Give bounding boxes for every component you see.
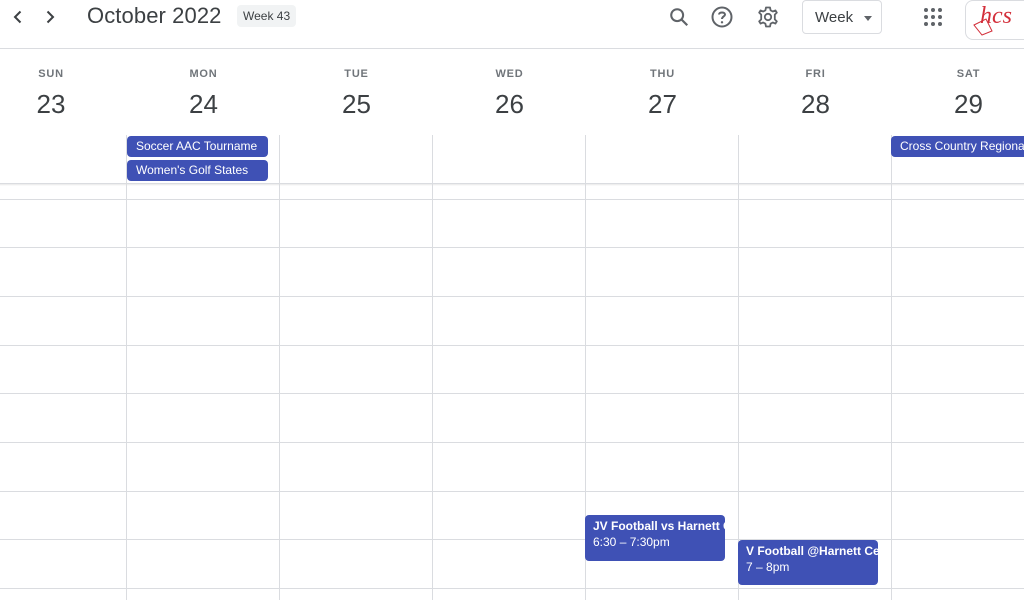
gear-icon	[758, 6, 778, 28]
prev-week-button[interactable]	[4, 3, 32, 31]
search-button[interactable]	[664, 2, 694, 32]
view-switcher-dropdown[interactable]: Week	[802, 0, 882, 34]
timed-event-jv-football[interactable]: JV Football vs Harnett C 6:30 – 7:30pm	[585, 515, 725, 561]
day-of-week-label: FRI	[805, 68, 826, 80]
page-title: October 2022	[87, 3, 222, 28]
all-day-event-cross-country[interactable]: Cross Country Regiona	[891, 136, 1024, 157]
hour-line	[0, 199, 1024, 200]
event-title: JV Football vs Harnett C	[593, 519, 725, 533]
day-number[interactable]: 25	[280, 89, 433, 120]
day-header-tue[interactable]: TUE 25	[280, 49, 433, 135]
day-number[interactable]: 23	[0, 89, 102, 120]
all-day-event-soccer[interactable]: Soccer AAC Tourname	[127, 136, 268, 157]
day-header-fri[interactable]: FRI 28	[739, 49, 892, 135]
hour-line	[0, 588, 1024, 589]
column-divider	[738, 135, 739, 600]
help-button[interactable]	[707, 2, 737, 32]
column-divider	[279, 135, 280, 600]
column-divider	[126, 135, 127, 600]
help-icon	[711, 6, 733, 28]
day-of-week-label: SUN	[38, 68, 64, 80]
calendar-header: October 2022 Week 43 Week hcs	[0, 0, 1024, 49]
event-title: Soccer AAC Tourname	[136, 139, 258, 153]
day-header-sat[interactable]: SAT 29	[892, 49, 1024, 135]
event-time: 7 – 8pm	[746, 560, 790, 574]
hour-line	[0, 393, 1024, 394]
all-day-divider	[0, 184, 1024, 186]
event-time: 6:30 – 7:30pm	[593, 535, 670, 549]
settings-button[interactable]	[753, 2, 783, 32]
search-icon	[670, 8, 689, 27]
organization-logo[interactable]: hcs	[965, 0, 1024, 40]
event-title: Cross Country Regiona	[900, 139, 1024, 153]
day-header-thu[interactable]: THU 27	[586, 49, 739, 135]
column-divider	[891, 135, 892, 600]
day-header-wed[interactable]: WED 26	[433, 49, 586, 135]
caret-down-icon	[864, 16, 872, 21]
day-of-week-label: MON	[189, 68, 218, 80]
next-week-button[interactable]	[36, 3, 64, 31]
day-of-week-label: SAT	[956, 68, 981, 80]
day-of-week-label: WED	[495, 68, 524, 80]
chevron-left-icon	[13, 10, 22, 24]
chevron-right-icon	[46, 10, 55, 24]
event-title: Women's Golf States	[136, 163, 249, 177]
hour-line	[0, 296, 1024, 297]
column-divider	[432, 135, 433, 600]
hour-line	[0, 247, 1024, 248]
day-header-mon[interactable]: MON 24	[127, 49, 280, 135]
day-number[interactable]: 29	[892, 89, 1024, 120]
event-title: V Football @Harnett Cen	[746, 544, 878, 558]
day-number[interactable]: 28	[739, 89, 892, 120]
hour-line	[0, 345, 1024, 346]
apps-button[interactable]	[918, 2, 948, 32]
day-of-week-label: THU	[649, 68, 675, 80]
hour-line	[0, 442, 1024, 443]
day-number[interactable]: 26	[433, 89, 586, 120]
logo-text: hcs	[980, 3, 1012, 29]
day-number[interactable]: 27	[586, 89, 739, 120]
all-day-event-golf[interactable]: Women's Golf States	[127, 160, 268, 181]
day-header-sun[interactable]: SUN 23	[0, 49, 102, 135]
day-of-week-label: TUE	[344, 68, 369, 80]
week-number-badge: Week 43	[237, 5, 297, 27]
view-switcher-label: Week	[815, 8, 854, 26]
apps-grid-icon	[924, 8, 942, 26]
hour-line	[0, 491, 1024, 492]
day-number[interactable]: 24	[127, 89, 280, 120]
timed-event-v-football[interactable]: V Football @Harnett Cen 7 – 8pm	[738, 540, 878, 585]
